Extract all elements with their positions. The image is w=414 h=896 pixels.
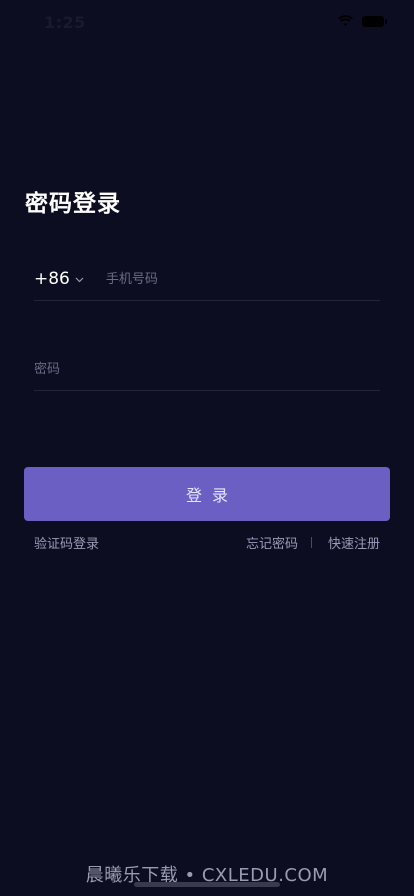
battery-icon [362,15,387,27]
forgot-password-link[interactable]: 忘记密码 [246,533,298,552]
password-field-row [34,348,380,391]
login-button[interactable]: 登录 [24,467,390,521]
status-bar: 1:25 [0,0,414,44]
home-indicator[interactable] [134,882,280,887]
auth-links-row: 验证码登录 忘记密码 快速注册 [34,533,380,553]
country-code-selector[interactable]: +86 [34,258,84,300]
page-title: 密码登录 [25,191,121,217]
status-icons [337,15,387,27]
phone-field-row: +86 [34,258,380,301]
chevron-down-icon [75,277,84,282]
link-divider [311,537,312,548]
country-code-label: +86 [34,269,70,289]
sms-login-link[interactable]: 验证码登录 [34,533,99,552]
phone-number-input[interactable] [105,258,380,300]
password-input[interactable] [34,348,380,390]
quick-register-link[interactable]: 快速注册 [328,533,380,552]
wifi-icon [338,15,353,26]
status-time: 1:25 [44,13,86,32]
